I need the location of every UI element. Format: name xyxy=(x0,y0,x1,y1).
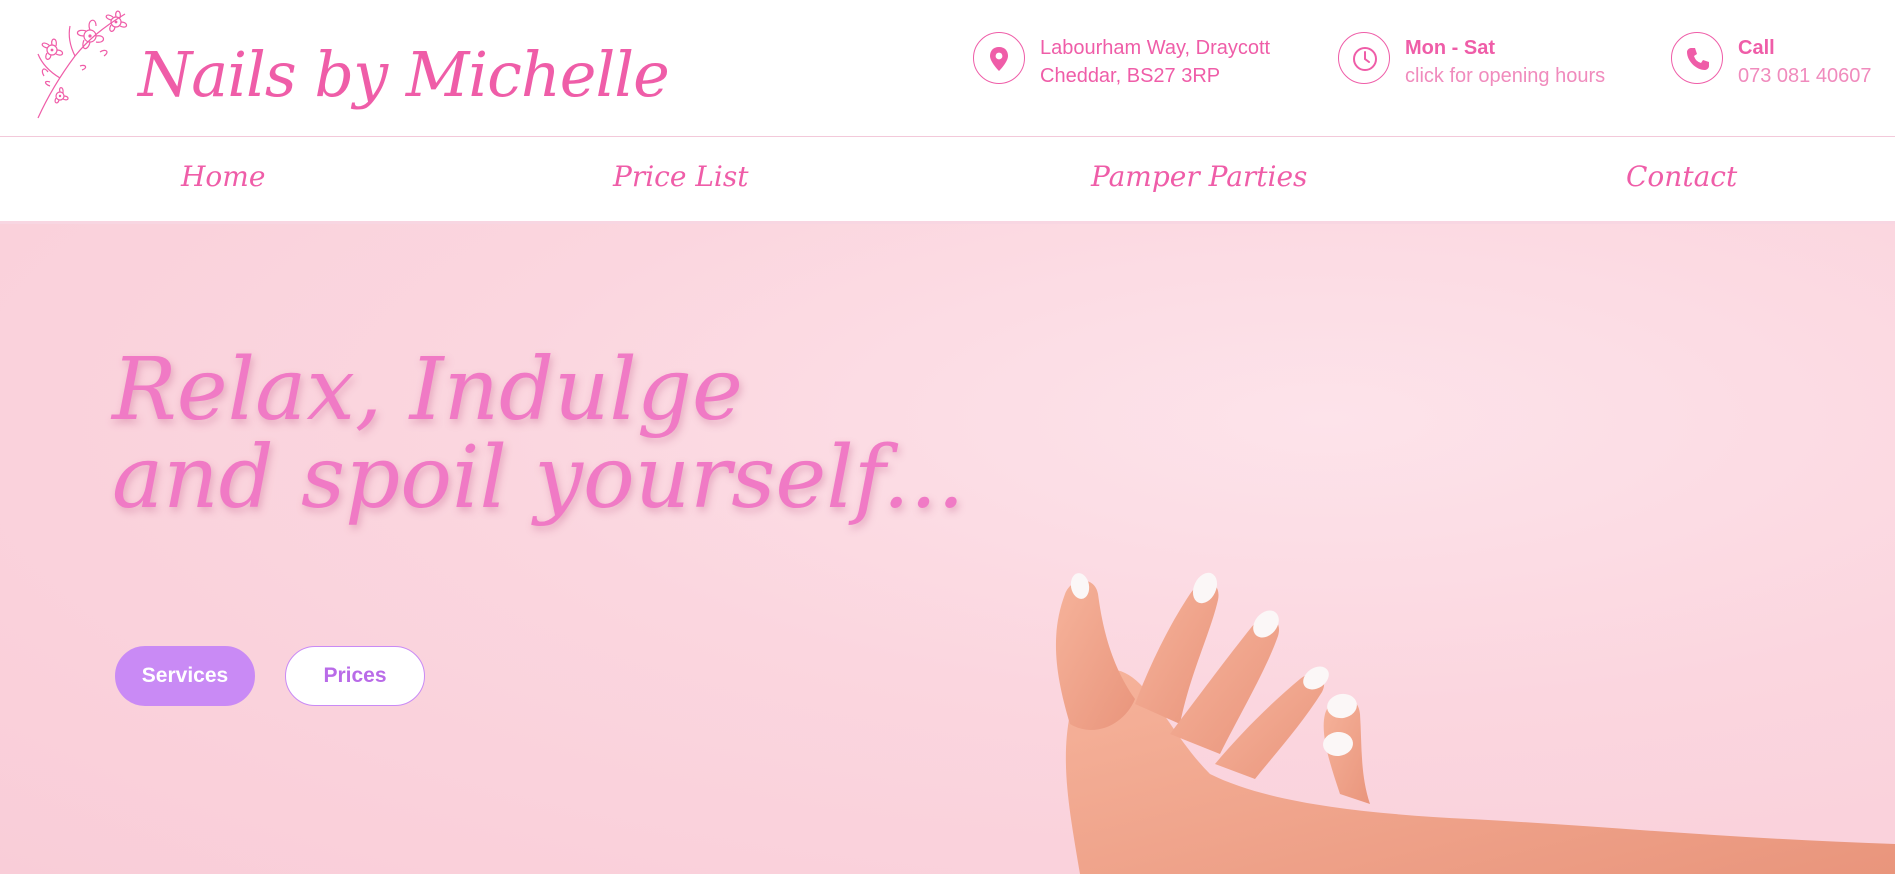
map-pin-icon xyxy=(973,32,1025,84)
hero-banner: Relax, Indulge and spoil yourself... Ser… xyxy=(0,224,1895,874)
hours-text: Mon - Sat click for opening hours xyxy=(1405,34,1605,90)
page: Nails by Michelle Labourham Way, Draycot… xyxy=(0,0,1895,874)
phone-icon xyxy=(1671,32,1723,84)
nav-item-contact[interactable]: Contact xyxy=(1626,157,1737,197)
hero-heading-line2: and spoil yourself... xyxy=(112,428,965,528)
phone-label: Call xyxy=(1738,37,1775,59)
services-button[interactable]: Services xyxy=(115,646,255,706)
hours-days: Mon - Sat xyxy=(1405,37,1495,59)
nav-item-home[interactable]: Home xyxy=(181,157,265,197)
phone-number[interactable]: 073 081 40607 xyxy=(1738,62,1871,90)
hand-image xyxy=(1055,572,1895,874)
hours-link[interactable]: click for opening hours xyxy=(1405,62,1605,90)
brand-logo-text[interactable]: Nails by Michelle xyxy=(138,30,670,120)
phone-text: Call 073 081 40607 xyxy=(1738,34,1871,90)
nav-item-pamper-parties[interactable]: Pamper Parties xyxy=(1091,157,1307,197)
flower-icon xyxy=(37,10,128,119)
site-header: Nails by Michelle Labourham Way, Draycot… xyxy=(0,0,1895,137)
nav-item-price-list[interactable]: Price List xyxy=(613,157,749,197)
prices-button[interactable]: Prices xyxy=(285,646,425,706)
clock-icon xyxy=(1338,32,1390,84)
location-line1: Labourham Way, Draycott xyxy=(1040,37,1271,59)
main-nav: Home Price List Pamper Parties Contact xyxy=(0,137,1895,224)
location-line2: Cheddar, BS27 3RP xyxy=(1040,65,1221,87)
hero-heading-line1: Relax, Indulge xyxy=(112,340,743,440)
location-text: Labourham Way, Draycott Cheddar, BS27 3R… xyxy=(1040,34,1270,90)
